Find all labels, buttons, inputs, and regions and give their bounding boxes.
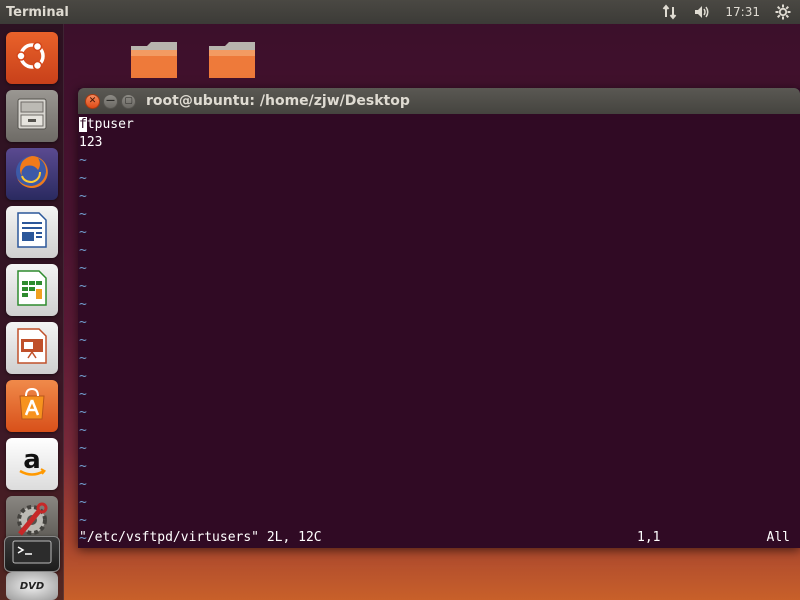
file-cabinet-icon xyxy=(14,96,50,136)
text-line: 123 xyxy=(79,135,103,150)
vim-status-line: "/etc/vsftpd/virtusers" 2L, 12C 1,1 All xyxy=(79,528,800,548)
tilde-line: ~ xyxy=(79,351,87,366)
status-file-info: "/etc/vsftpd/virtusers" 2L, 12C xyxy=(79,530,322,545)
terminal-window[interactable]: ✕ — ▢ root@ubuntu: /home/zjw/Desktop ftp… xyxy=(78,88,800,548)
tilde-line: ~ xyxy=(79,369,87,384)
tilde-line: ~ xyxy=(79,279,87,294)
maximize-icon: ▢ xyxy=(124,95,133,106)
tilde-line: ~ xyxy=(79,405,87,420)
folder-icon[interactable] xyxy=(208,40,256,80)
minimize-icon: — xyxy=(106,95,115,106)
tilde-line: ~ xyxy=(79,171,87,186)
tilde-line: ~ xyxy=(79,387,87,402)
svg-text:a: a xyxy=(23,445,41,475)
launcher-libreoffice-impress[interactable] xyxy=(6,322,58,374)
folder-icon[interactable] xyxy=(130,40,178,80)
status-scroll-indicator: All xyxy=(766,530,790,545)
tilde-line: ~ xyxy=(79,153,87,168)
gear-icon[interactable] xyxy=(774,3,792,21)
text-cursor: f xyxy=(79,117,87,132)
empty-line-markers: ~ ~ ~ ~ ~ ~ ~ ~ ~ ~ ~ ~ ~ ~ ~ ~ ~ ~ ~ ~ ~ ~ xyxy=(79,152,800,548)
volume-icon[interactable] xyxy=(693,3,711,21)
amazon-icon: a xyxy=(14,444,50,484)
writer-icon xyxy=(15,211,49,253)
launcher-firefox[interactable] xyxy=(6,148,58,200)
close-icon: ✕ xyxy=(88,95,97,106)
tilde-line: ~ xyxy=(79,243,87,258)
impress-icon xyxy=(15,327,49,369)
maximize-button[interactable]: ▢ xyxy=(121,93,136,109)
text-line: ftpuser xyxy=(79,117,134,132)
tilde-line: ~ xyxy=(79,459,87,474)
tilde-line: ~ xyxy=(79,477,87,492)
window-titlebar[interactable]: ✕ — ▢ root@ubuntu: /home/zjw/Desktop xyxy=(78,88,800,114)
window-controls: ✕ — ▢ xyxy=(78,93,146,109)
calc-icon xyxy=(15,269,49,311)
close-button[interactable]: ✕ xyxy=(85,93,100,109)
launcher-amazon[interactable]: a xyxy=(6,438,58,490)
tilde-line: ~ xyxy=(79,333,87,348)
terminal-icon xyxy=(12,540,52,568)
tilde-line: ~ xyxy=(79,441,87,456)
indicator-area: 17:31 xyxy=(661,3,800,21)
dvd-icon: DVD xyxy=(19,580,45,592)
ubuntu-logo-icon xyxy=(13,37,51,79)
top-panel: Terminal 17:31 xyxy=(0,0,800,24)
tilde-line: ~ xyxy=(79,261,87,276)
launcher-ubuntu-software[interactable] xyxy=(6,380,58,432)
window-title: root@ubuntu: /home/zjw/Desktop xyxy=(146,93,410,109)
status-cursor-position: 1,1 xyxy=(637,530,661,545)
tilde-line: ~ xyxy=(79,207,87,222)
active-app-title: Terminal xyxy=(6,4,69,20)
launcher: a DVD xyxy=(0,24,64,600)
firefox-icon xyxy=(12,152,52,196)
minimize-button[interactable]: — xyxy=(103,93,118,109)
tilde-line: ~ xyxy=(79,225,87,240)
clock[interactable]: 17:31 xyxy=(725,5,760,19)
tilde-line: ~ xyxy=(79,297,87,312)
software-center-icon xyxy=(14,386,50,426)
launcher-libreoffice-writer[interactable] xyxy=(6,206,58,258)
tilde-line: ~ xyxy=(79,495,87,510)
tilde-line: ~ xyxy=(79,189,87,204)
launcher-terminal[interactable] xyxy=(4,536,60,572)
tilde-line: ~ xyxy=(79,315,87,330)
launcher-libreoffice-calc[interactable] xyxy=(6,264,58,316)
terminal-content[interactable]: ftpuser 123 ~ ~ ~ ~ ~ ~ ~ ~ ~ ~ ~ ~ ~ ~ ~ ~ ~ ~ ~ ~ ~ ~ "/etc… xyxy=(78,114,800,548)
tilde-line: ~ xyxy=(79,423,87,438)
launcher-files[interactable] xyxy=(6,90,58,142)
network-icon[interactable] xyxy=(661,3,679,21)
launcher-ubuntu-dash[interactable] xyxy=(6,32,58,84)
launcher-dvd[interactable]: DVD xyxy=(6,572,58,600)
